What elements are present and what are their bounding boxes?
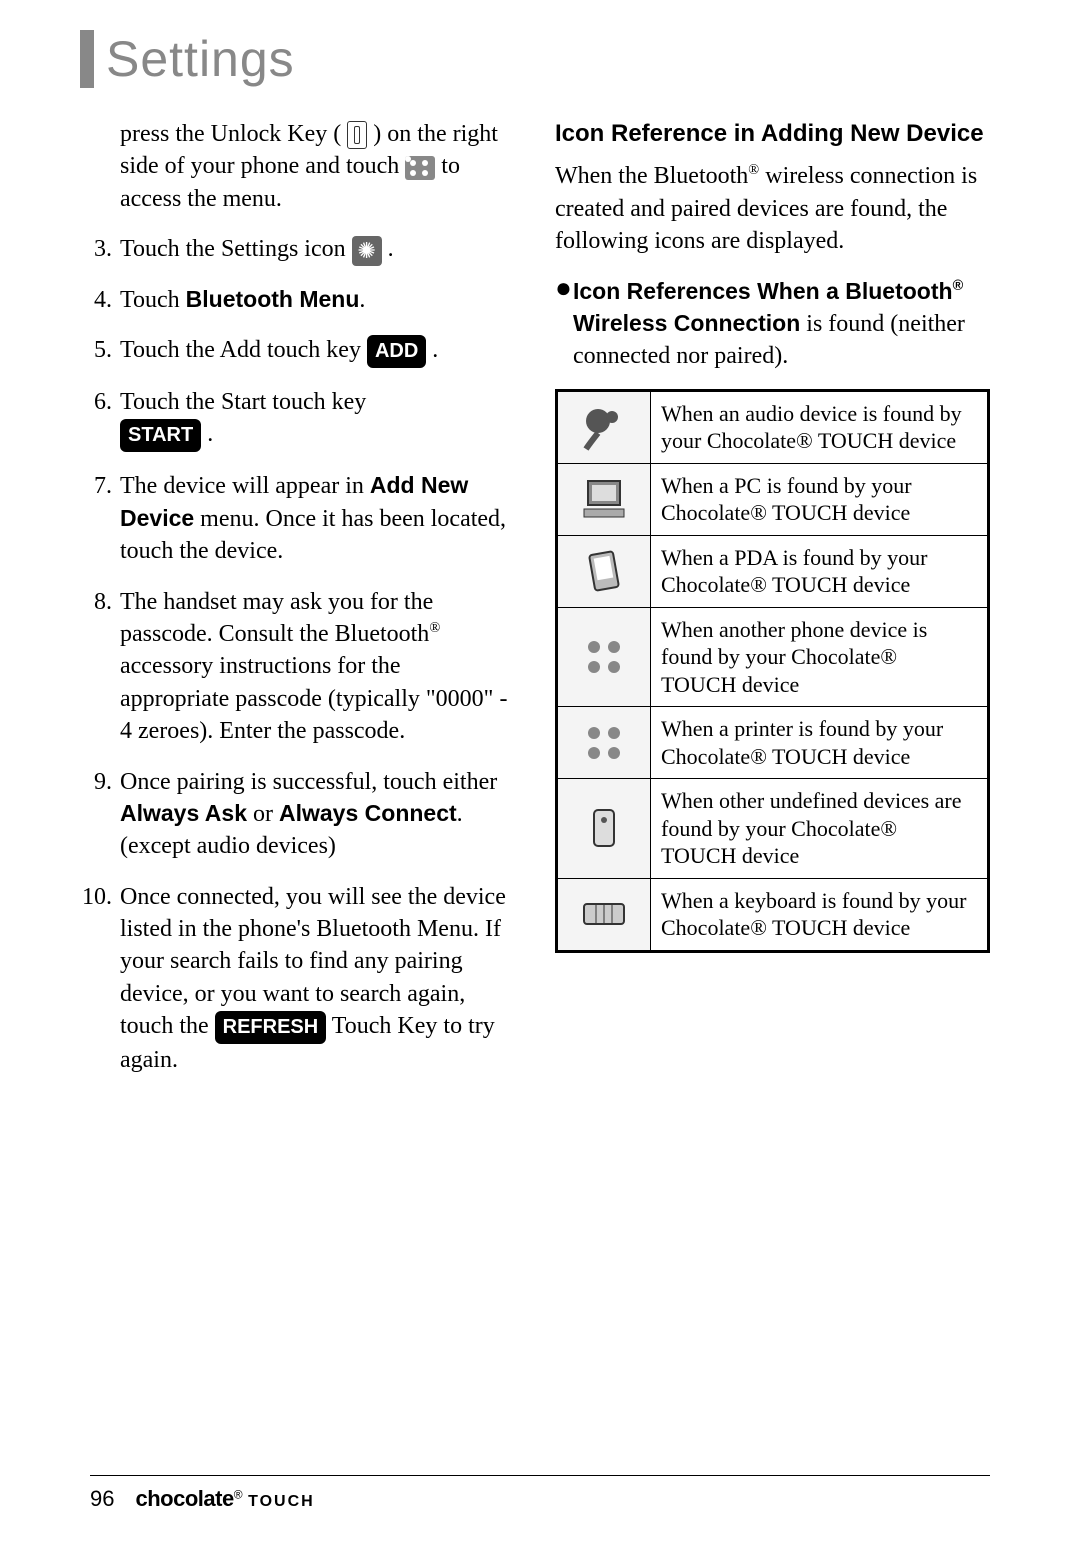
table-row: When a printer is found by your Chocolat… (557, 707, 989, 779)
unlock-key-icon (347, 121, 367, 149)
pc-text: When a PC is found by your Chocolate® TO… (651, 463, 989, 535)
step4-pre: Touch (120, 287, 186, 313)
step5-post: . (432, 337, 438, 363)
step3-post: . (388, 236, 394, 262)
title-bar: Settings (80, 30, 990, 88)
step-10: 10. Once connected, you will see the dev… (80, 881, 515, 1077)
table-row: When a keyboard is found by your Chocola… (557, 878, 989, 951)
step-8: 8. The handset may ask you for the passc… (80, 586, 515, 748)
start-key: START (120, 419, 201, 452)
printer-icon (557, 707, 651, 779)
table-row: When a PC is found by your Chocolate® TO… (557, 463, 989, 535)
pda-text: When a PDA is found by your Chocolate® T… (651, 535, 989, 607)
table-row: When a PDA is found by your Chocolate® T… (557, 535, 989, 607)
keyboard-icon (557, 878, 651, 951)
page-title: Settings (106, 31, 295, 87)
page-number: 96 (90, 1486, 114, 1511)
other-device-text: When other undefined devices are found b… (651, 779, 989, 879)
left-column: press the Unlock Key ( ) on the right si… (80, 118, 515, 1095)
refresh-key: REFRESH (215, 1011, 327, 1044)
phone-icon (557, 607, 651, 707)
step-6: 6. Touch the Start touch key START . (80, 386, 515, 452)
step-3: 3. Touch the Settings icon ✺ . (80, 233, 515, 265)
audio-device-text: When an audio device is found by your Ch… (651, 390, 989, 463)
audio-device-icon (557, 390, 651, 463)
step3-text: Touch the Settings icon (120, 236, 352, 262)
step-7: 7. The device will appear in Add New Dev… (80, 470, 515, 567)
bullet-icon: ● (555, 276, 573, 373)
step6-post: . (207, 421, 213, 447)
keyboard-text: When a keyboard is found by your Chocola… (651, 878, 989, 951)
page-footer: 96 chocolate® TOUCH (90, 1475, 990, 1512)
bullet-item: ● Icon References When a Bluetooth® Wire… (555, 276, 990, 373)
table-row: When another phone device is found by yo… (557, 607, 989, 707)
pda-icon (557, 535, 651, 607)
step-4: 4. Touch Bluetooth Menu. (80, 284, 515, 316)
icon-reference-table: When an audio device is found by your Ch… (555, 389, 990, 953)
brand-label: chocolate® TOUCH (135, 1489, 314, 1511)
step5-pre: Touch the Add touch key (120, 337, 367, 363)
table-row: When other undefined devices are found b… (557, 779, 989, 879)
table-row: When an audio device is found by your Ch… (557, 390, 989, 463)
step-5: 5. Touch the Add touch key ADD . (80, 334, 515, 368)
other-device-icon (557, 779, 651, 879)
intro-pre: press the Unlock Key ( (120, 121, 341, 147)
printer-text: When a printer is found by your Chocolat… (651, 707, 989, 779)
menu-icon (405, 156, 435, 180)
step-9: 9. Once pairing is successful, touch eit… (80, 766, 515, 863)
phone-text: When another phone device is found by yo… (651, 607, 989, 707)
icon-ref-intro: When the Bluetooth® wireless connection … (555, 160, 990, 257)
settings-icon: ✺ (352, 236, 382, 266)
step6-pre: Touch the Start touch key (120, 389, 366, 415)
right-column: Icon Reference in Adding New Device When… (555, 118, 990, 1095)
step4-bold: Bluetooth Menu (186, 286, 360, 312)
intro-text: press the Unlock Key ( ) on the right si… (120, 118, 515, 215)
add-key: ADD (367, 335, 426, 368)
pc-icon (557, 463, 651, 535)
icon-ref-heading: Icon Reference in Adding New Device (555, 118, 990, 150)
